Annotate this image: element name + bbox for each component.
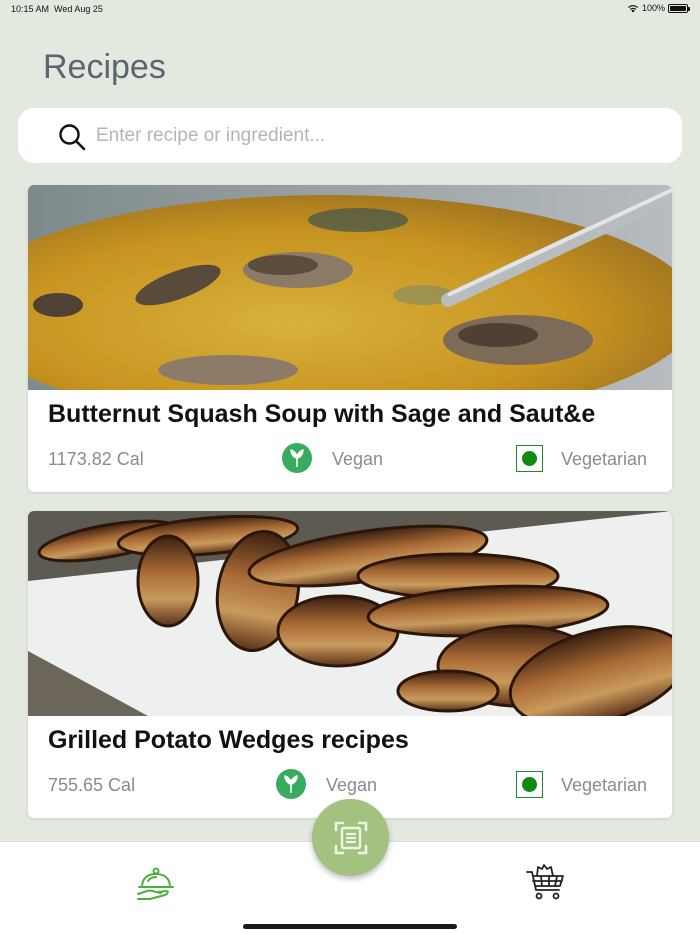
cloche-icon[interactable] bbox=[135, 864, 177, 904]
search-input[interactable] bbox=[96, 118, 656, 154]
vegetarian-icon bbox=[516, 771, 543, 798]
shopping-cart-icon[interactable] bbox=[525, 864, 567, 904]
search-bar[interactable] bbox=[18, 108, 682, 163]
vegan-leaf-icon bbox=[282, 443, 312, 473]
scan-document-icon bbox=[334, 821, 367, 854]
soup-image bbox=[28, 185, 672, 390]
battery-icon bbox=[668, 3, 690, 13]
status-time: 10:15 AM bbox=[11, 4, 50, 14]
vegetarian-label: Vegetarian bbox=[561, 449, 648, 469]
potato-wedges-image bbox=[28, 511, 672, 716]
vegan-leaf-icon bbox=[276, 769, 306, 799]
recipe-card[interactable]: Butternut Squash Soup with Sage and Saut… bbox=[28, 185, 672, 492]
recipe-title: Butternut Squash Soup with Sage and Saut… bbox=[48, 400, 596, 428]
scan-button[interactable] bbox=[312, 799, 389, 876]
recipe-title: Grilled Potato Wedges recipes bbox=[48, 726, 409, 754]
home-indicator bbox=[243, 924, 457, 929]
recipe-calories: 755.65 Cal bbox=[48, 775, 136, 795]
battery-percent: 100% bbox=[641, 3, 665, 13]
recipe-card[interactable]: Grilled Potato Wedges recipes 755.65 Cal… bbox=[28, 511, 672, 818]
vegan-label: Vegan bbox=[332, 449, 384, 469]
wifi-icon bbox=[627, 4, 638, 12]
recipe-meta: 1173.82 Cal Vegan Vegetarian bbox=[28, 443, 672, 475]
search-icon bbox=[59, 124, 86, 151]
vegan-label: Vegan bbox=[326, 775, 378, 795]
vegetarian-icon bbox=[516, 445, 543, 472]
status-date: Wed Aug 25 bbox=[54, 4, 103, 14]
status-bar: 10:15 AM Wed Aug 25 100% bbox=[0, 0, 700, 20]
status-indicators: 100% bbox=[627, 3, 690, 13]
recipe-calories: 1173.82 Cal bbox=[48, 449, 144, 469]
recipe-meta: 755.65 Cal Vegan Vegetarian bbox=[28, 769, 672, 801]
page-title: Recipes bbox=[43, 48, 166, 86]
vegetarian-label: Vegetarian bbox=[561, 775, 648, 795]
